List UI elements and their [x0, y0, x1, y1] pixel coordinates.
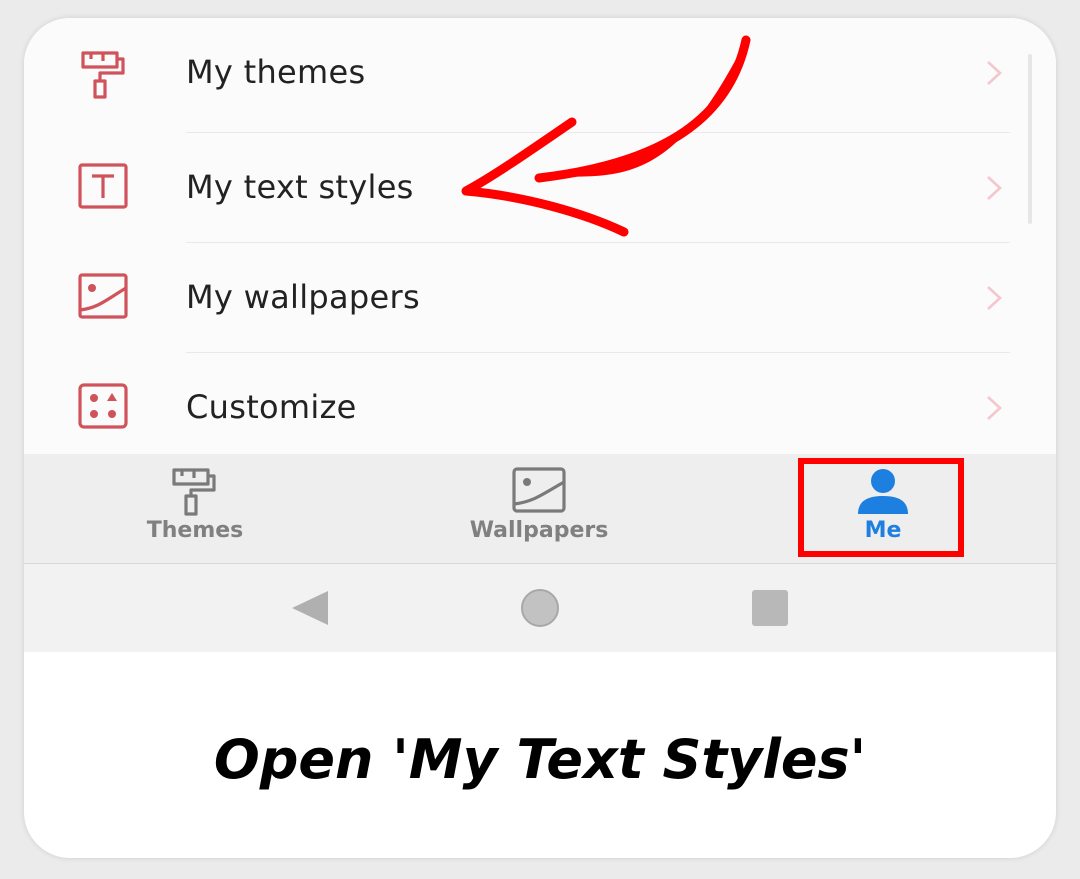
tab-themes[interactable]: Themes	[65, 454, 325, 563]
image-icon	[76, 270, 132, 326]
menu-item-label: Customize	[186, 388, 357, 426]
image-icon	[511, 466, 567, 518]
paint-roller-icon	[167, 466, 223, 518]
back-icon[interactable]	[288, 586, 332, 630]
menu-item-my-wallpapers[interactable]: My wallpapers	[24, 243, 1056, 352]
menu-item-customize[interactable]: Customize	[24, 353, 1056, 462]
menu-item-label: My wallpapers	[186, 278, 420, 316]
chevron-right-icon	[980, 59, 1008, 87]
tab-label: Themes	[146, 518, 244, 543]
paint-roller-icon	[76, 45, 132, 101]
chevron-right-icon	[980, 284, 1008, 312]
settings-list: My themes My text styles My wallpapers C…	[24, 18, 1056, 454]
menu-item-my-themes[interactable]: My themes	[24, 18, 1056, 127]
chevron-right-icon	[980, 174, 1008, 202]
menu-item-my-text-styles[interactable]: My text styles	[24, 133, 1056, 242]
text-box-icon	[76, 160, 132, 216]
shapes-grid-icon	[76, 380, 132, 436]
menu-item-label: My themes	[186, 53, 366, 91]
home-icon[interactable]	[518, 586, 562, 630]
menu-item-label: My text styles	[186, 168, 414, 206]
tutorial-card: My themes My text styles My wallpapers C…	[24, 18, 1056, 858]
system-navigation-bar	[24, 564, 1056, 652]
scrollbar[interactable]	[1028, 54, 1032, 224]
tab-wallpapers[interactable]: Wallpapers	[409, 454, 669, 563]
recents-icon[interactable]	[748, 586, 792, 630]
highlight-box	[798, 458, 964, 557]
tab-label: Wallpapers	[469, 518, 609, 543]
chevron-right-icon	[980, 394, 1008, 422]
tutorial-caption: Open 'My Text Styles'	[213, 728, 867, 791]
